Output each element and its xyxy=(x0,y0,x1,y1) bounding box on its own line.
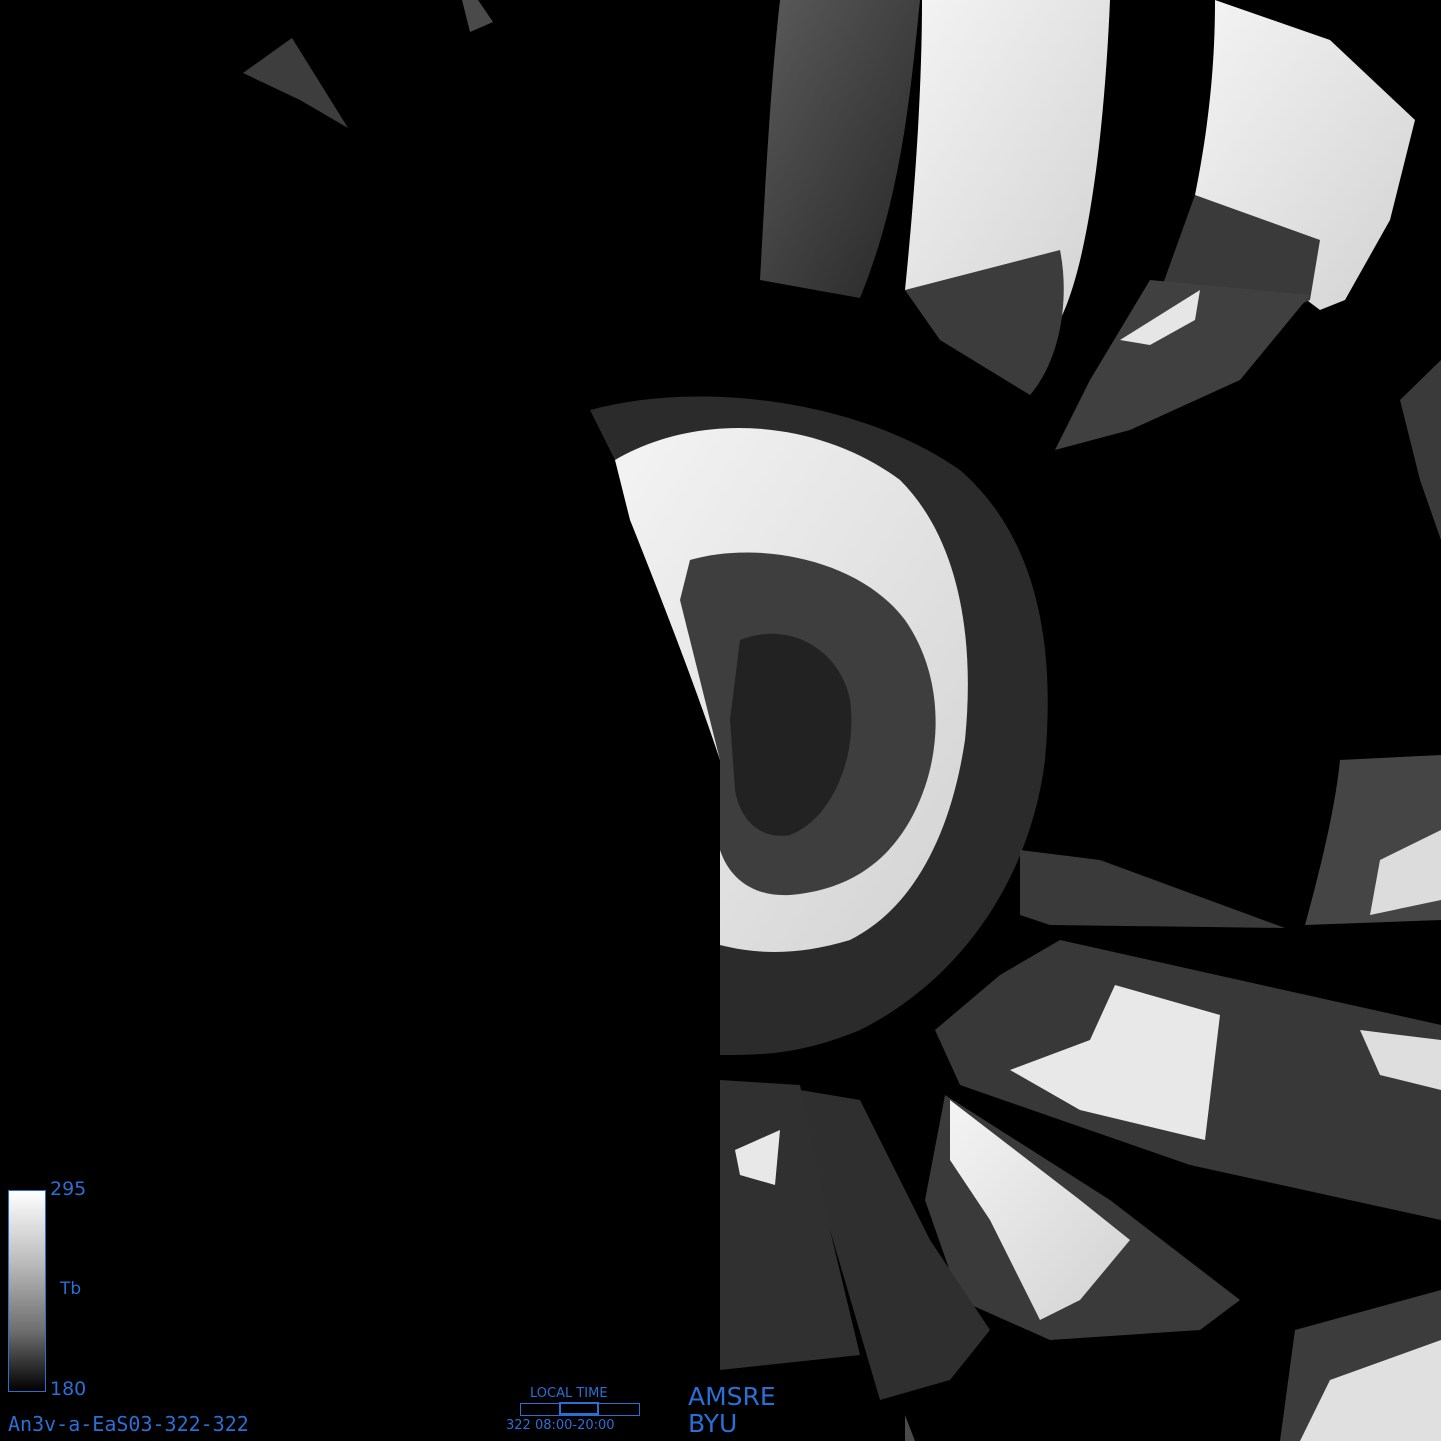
sensor-label: AMSRE xyxy=(688,1382,776,1411)
brightness-temperature-mosaic xyxy=(243,0,1441,1441)
organization-label: BYU xyxy=(688,1409,738,1438)
local-time-bar xyxy=(520,1402,640,1416)
colorbar-max-label: 295 xyxy=(50,1178,87,1200)
amsre-image-canvas: 295 Tb 180 An3v-a-EaS03-322-322 LOCAL TI… xyxy=(0,0,1441,1441)
local-time-title: LOCAL TIME xyxy=(530,1386,608,1401)
swath-fragment-top-left xyxy=(243,38,348,128)
swath-right-edge xyxy=(1400,360,1441,540)
swath-bottom-center xyxy=(905,1415,915,1441)
swath-upper-1 xyxy=(760,0,920,298)
swath-fragment-top xyxy=(462,0,493,32)
colorbar-quantity-label: Tb xyxy=(60,1279,82,1299)
swath-lower-1 xyxy=(1020,850,1285,928)
local-time-range-marker xyxy=(559,1402,599,1415)
temperature-colorbar xyxy=(8,1190,46,1392)
colorbar-min-label: 180 xyxy=(50,1378,87,1400)
local-time-range: 322 08:00-20:00 xyxy=(506,1418,615,1433)
image-id-label: An3v-a-EaS03-322-322 xyxy=(8,1412,249,1436)
